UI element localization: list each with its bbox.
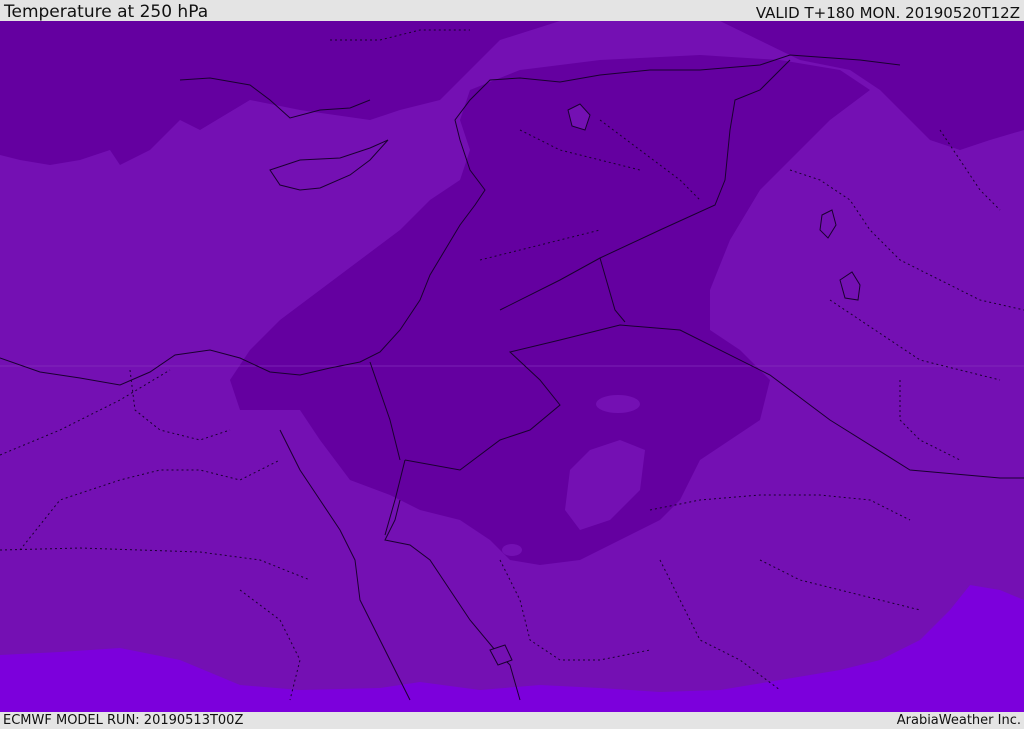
credit-label: ArabiaWeather Inc. — [896, 713, 1021, 728]
warm-pocket-2 — [596, 395, 640, 413]
warm-pocket-3 — [502, 544, 522, 556]
valid-time: VALID T+180 MON. 20190520T12Z — [755, 4, 1020, 22]
footer-bar: ECMWF MODEL RUN: 20190513T00Z ArabiaWeat… — [0, 712, 1024, 729]
model-run-label: ECMWF MODEL RUN: 20190513T00Z — [3, 713, 244, 728]
map-title: Temperature at 250 hPa — [4, 2, 209, 22]
temperature-map — [0, 21, 1024, 712]
header-bar: Temperature at 250 hPa VALID T+180 MON. … — [0, 0, 1024, 22]
